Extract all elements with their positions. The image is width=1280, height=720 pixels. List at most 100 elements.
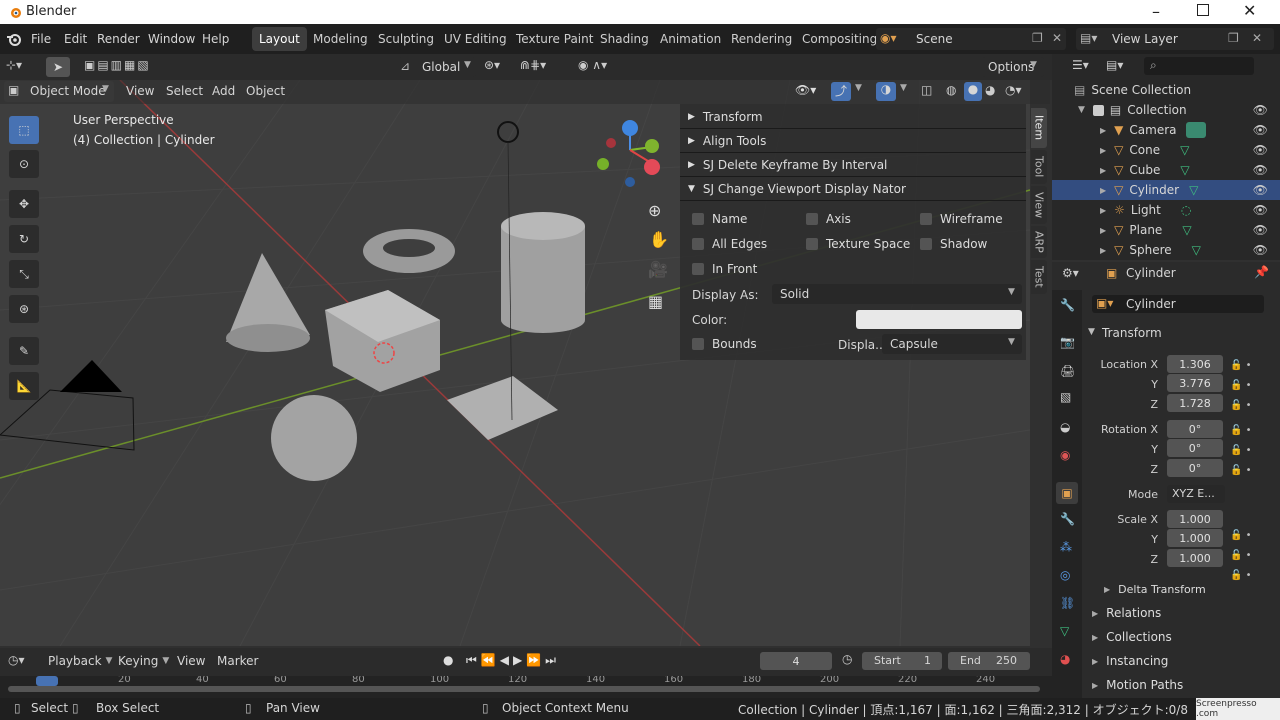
side-tab-item[interactable]: Item [1031,108,1047,148]
rotation-mode-dropdown[interactable]: XYZ E... [1167,485,1225,503]
menu-keying[interactable]: Keying ▼ [118,654,169,668]
outliner-item-cone[interactable]: ▶ ▽ Cone ▽ 👁 [1052,140,1280,160]
checkbox-wireframe[interactable]: Wireframe [920,212,1003,226]
blender-menu-icon[interactable] [6,31,22,47]
shading-wireframe-icon[interactable]: ◍ [946,83,956,97]
tab-rendering[interactable]: Rendering [724,27,799,51]
lock-icon[interactable]: 🔓 • [1230,421,1270,441]
eye-icon[interactable]: 👁 [1253,103,1268,117]
render-tab-icon[interactable]: 📷 [1060,335,1075,349]
outliner-collection[interactable]: ▼ ▤ Collection 👁 [1052,100,1280,120]
checkbox-name[interactable]: Name [692,212,747,226]
playhead[interactable] [36,676,58,686]
current-frame-field[interactable]: 4 [760,652,832,670]
object-tab-icon[interactable]: ▣ [1056,482,1078,504]
subpanel-delta-transform[interactable]: ▶ Delta Transform [1104,583,1206,596]
select-box-tool[interactable]: ⬚ [9,116,39,144]
zoom-icon[interactable]: ⊕ [648,201,661,220]
scale-y-field[interactable]: 1.000 [1167,529,1223,547]
camera-view-icon[interactable]: 🎥 [648,260,668,279]
pin-icon[interactable]: 📌 [1254,265,1269,279]
transform-panel-header[interactable]: Transform [1102,326,1162,340]
section-transform[interactable]: ▶ Transform [688,110,763,124]
gizmo-toggle-icon[interactable]: ⤴ [831,82,851,101]
delete-view-layer-icon[interactable]: ✕ [1252,31,1262,45]
scene-tab-icon[interactable]: ◒ [1060,420,1070,434]
checkbox-texture-space[interactable]: Texture Space [806,237,910,251]
timeline-editor-icon[interactable]: ◷▾ [8,653,25,667]
clock-icon[interactable]: ◷ [842,652,852,666]
rotation-y-field[interactable]: 0° [1167,439,1223,457]
annotate-tool[interactable]: ✎ [9,337,39,365]
shading-solid-icon[interactable]: ● [964,82,982,101]
timeline-ruler[interactable]: 020406080100120140160180200220240 [0,676,1052,698]
outliner-item-sphere[interactable]: ▶ ▽ Sphere ▽ 👁 [1052,240,1280,260]
menu-marker[interactable]: Marker [217,654,258,668]
rotate-tool[interactable]: ↻ [9,225,39,253]
navigation-gizmo[interactable] [595,118,670,193]
eye-icon[interactable]: 👁 [1253,163,1268,177]
bounds-type-dropdown[interactable]: Capsule ▼ [882,334,1022,354]
lock-icon[interactable]: 🔓 • [1230,441,1270,461]
cursor-tool[interactable]: ⊙ [9,150,39,178]
overlays-toggle-icon[interactable]: ◑ [876,82,896,101]
view-layer-tab-icon[interactable]: ▧ [1060,390,1071,404]
eye-icon[interactable]: 👁 [1253,243,1268,257]
scene-selector[interactable]: ◉▾ Scene ❐ ✕ [876,28,1066,50]
proportional-edit-icon[interactable]: ◉ ∧▾ [578,58,607,72]
xray-icon[interactable]: ◫ [921,83,932,97]
expand-arrow-icon[interactable]: ▶ [1100,246,1106,255]
selection-mode-icons[interactable]: ▣▤▥▦▧ [84,58,151,72]
location-x-field[interactable]: 1.306 [1167,355,1223,373]
chevron-down-icon[interactable]: ▼ [900,83,907,93]
end-frame-field[interactable]: End 250 [948,652,1030,670]
output-tab-icon[interactable]: 🖨 [1060,364,1075,378]
checkbox-in-front[interactable]: In Front [692,262,757,276]
editor-type-icon[interactable]: ⊹▾ [6,58,22,72]
new-scene-icon[interactable]: ❐ [1032,31,1043,45]
modifier-tab-icon[interactable]: 🔧 [1060,512,1075,526]
menu-object[interactable]: Object [246,84,285,98]
eye-icon[interactable]: 👁 [1253,183,1268,197]
menu-render[interactable]: Render [97,32,140,46]
playback-controls-icon[interactable]: ⏮⏪◀▶⏩⏭ [466,653,560,668]
expand-arrow-icon[interactable]: ▶ [1100,146,1106,155]
chevron-down-icon[interactable]: ▼ [855,83,862,93]
checkbox-axis[interactable]: Axis [806,212,851,226]
tab-texture-paint[interactable]: Texture Paint [509,27,600,51]
options-button[interactable]: Options ▼ [982,57,1044,77]
subpanel-motion-paths[interactable]: ▶ Motion Paths [1092,678,1183,692]
scale-tool[interactable]: ⤡ [9,260,39,288]
menu-playback[interactable]: Playback ▼ [48,654,112,668]
start-frame-field[interactable]: Start 1 [862,652,942,670]
outliner-scene-collection[interactable]: ▤ Scene Collection [1052,80,1280,100]
scale-x-field[interactable]: 1.000 [1167,510,1223,528]
side-tab-test[interactable]: Test [1031,260,1047,294]
collection-checkbox[interactable] [1092,104,1104,116]
subpanel-instancing[interactable]: ▶ Instancing [1092,654,1168,668]
constraints-tab-icon[interactable]: ⛓ [1060,596,1075,610]
eye-icon[interactable]: 👁 [1253,143,1268,157]
expand-arrow-icon[interactable]: ▶ [1100,186,1106,195]
collapse-arrow-icon[interactable]: ▼ [1078,105,1085,115]
visibility-icon[interactable]: 👁▾ [795,83,816,97]
lock-icon[interactable]: 🔓 • [1230,376,1270,396]
move-tool[interactable]: ✥ [9,190,39,218]
select-tool-icon[interactable]: ➤ [46,57,70,77]
eye-icon[interactable]: 👁 [1253,223,1268,237]
menu-select[interactable]: Select [166,84,203,98]
section-align-tools[interactable]: ▶ Align Tools [688,134,766,148]
expand-arrow-icon[interactable]: ▶ [1100,206,1106,215]
tab-compositing[interactable]: Compositing [795,27,884,51]
tab-uv-editing[interactable]: UV Editing [437,27,514,51]
outliner-editor-icon[interactable]: ☰▾ [1072,58,1089,72]
shading-material-icon[interactable]: ◕ [985,83,995,97]
eye-icon[interactable]: 👁 [1253,123,1268,137]
material-tab-icon[interactable]: ◕ [1060,652,1070,666]
checkbox-bounds[interactable]: Bounds [692,337,757,351]
lock-icon[interactable]: 🔓 • [1230,546,1270,566]
checkbox-shadow[interactable]: Shadow [920,237,987,251]
outliner-item-camera[interactable]: ▶ ▼ Camera 👁 [1052,120,1280,140]
tab-shading[interactable]: Shading [593,27,656,51]
object-mode-dropdown[interactable]: ▣ Object Mode ▼ [4,81,114,102]
